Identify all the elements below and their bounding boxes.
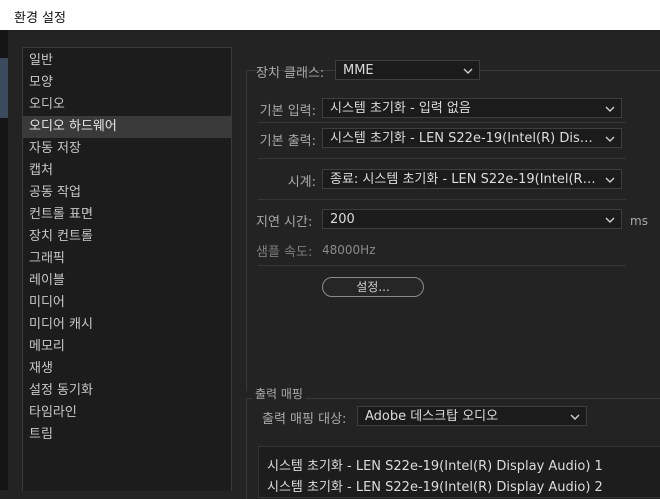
- latency-dropdown[interactable]: 200: [322, 209, 622, 229]
- clock-label: 시계:: [287, 175, 316, 190]
- default-input-dropdown[interactable]: 시스템 초기화 - 입력 없음: [322, 98, 622, 118]
- background-thumbnail: [0, 58, 8, 118]
- sample-rate-label: 샘플 속도:: [256, 245, 313, 260]
- chevron-down-icon: [605, 129, 615, 147]
- sample-rate-value: 48000Hz: [322, 243, 376, 257]
- default-output-value: 시스템 초기화 - LEN S22e-19(Intel(R) Display .…: [330, 131, 599, 146]
- sidebar-item[interactable]: 장치 컨트롤: [23, 226, 231, 248]
- sidebar-item[interactable]: 메모리: [23, 336, 231, 358]
- sidebar-item[interactable]: 타임라인: [23, 402, 231, 424]
- chevron-down-icon: [605, 210, 615, 228]
- sidebar-item[interactable]: 미디어 캐시: [23, 314, 231, 336]
- clock-value: 종료: 시스템 초기화 - LEN S22e-19(Intel(R) Di...: [330, 172, 599, 187]
- sidebar-item[interactable]: 모양: [23, 72, 231, 94]
- output-mapping-target-label: 출력 매핑 대상:: [262, 412, 347, 427]
- sidebar-item[interactable]: 그래픽: [23, 248, 231, 270]
- background-window-edge: [0, 30, 8, 490]
- sidebar-item[interactable]: 자동 저장: [23, 138, 231, 160]
- default-input-value: 시스템 초기화 - 입력 없음: [330, 101, 471, 116]
- divider: [258, 122, 626, 123]
- chevron-down-icon: [605, 170, 615, 188]
- sidebar-item[interactable]: 오디오 하드웨어: [23, 116, 231, 138]
- sidebar-item[interactable]: 트림: [23, 424, 231, 446]
- latency-unit: ms: [630, 214, 648, 228]
- window-title: 환경 설정: [14, 11, 66, 26]
- sidebar-item[interactable]: 오디오: [23, 94, 231, 116]
- chevron-down-icon: [463, 61, 473, 79]
- device-class-label: 장치 클래스:: [256, 66, 325, 81]
- latency-label: 지연 시간:: [256, 215, 313, 230]
- sidebar-item[interactable]: 일반: [23, 50, 231, 72]
- default-output-dropdown[interactable]: 시스템 초기화 - LEN S22e-19(Intel(R) Display .…: [322, 128, 622, 148]
- sidebar-item[interactable]: 공동 작업: [23, 182, 231, 204]
- device-class-dropdown[interactable]: MME: [335, 60, 480, 80]
- divider: [258, 158, 626, 159]
- device-class-value: MME: [343, 63, 374, 78]
- output-channel-list: 시스템 초기화 - LEN S22e-19(Intel(R) Display A…: [258, 446, 660, 498]
- preferences-category-list: 일반 모양 오디오 오디오 하드웨어 자동 저장 캡처 공동 작업 컨트롤 표면 장치 컨트롤 그…: [23, 48, 231, 446]
- divider: [258, 265, 626, 266]
- sidebar-item[interactable]: 캡처: [23, 160, 231, 182]
- chevron-down-icon: [570, 407, 580, 425]
- settings-button[interactable]: 설정...: [322, 277, 424, 297]
- sidebar-item[interactable]: 재생: [23, 358, 231, 380]
- output-mapping-target-dropdown[interactable]: Adobe 데스크탑 오디오: [357, 406, 587, 426]
- divider: [258, 199, 626, 200]
- title-bar: 환경 설정: [0, 0, 660, 30]
- clock-dropdown[interactable]: 종료: 시스템 초기화 - LEN S22e-19(Intel(R) Di...: [322, 169, 622, 189]
- sidebar-item[interactable]: 설정 동기화: [23, 380, 231, 402]
- sidebar-item[interactable]: 컨트롤 표면: [23, 204, 231, 226]
- sidebar-item[interactable]: 레이블: [23, 270, 231, 292]
- list-item[interactable]: 시스템 초기화 - LEN S22e-19(Intel(R) Display A…: [267, 455, 603, 474]
- sidebar-item[interactable]: 미디어: [23, 292, 231, 314]
- list-item[interactable]: 시스템 초기화 - LEN S22e-19(Intel(R) Display A…: [267, 476, 603, 495]
- preferences-sidebar: 일반 모양 오디오 오디오 하드웨어 자동 저장 캡처 공동 작업 컨트롤 표면 장치 컨트롤 그…: [22, 47, 232, 491]
- chevron-down-icon: [605, 99, 615, 117]
- default-input-label: 기본 입력:: [259, 104, 316, 119]
- output-mapping-target-value: Adobe 데스크탑 오디오: [365, 409, 499, 424]
- latency-value: 200: [330, 212, 355, 227]
- output-mapping-title: 출력 매핑: [252, 385, 306, 402]
- default-output-label: 기본 출력:: [259, 134, 316, 149]
